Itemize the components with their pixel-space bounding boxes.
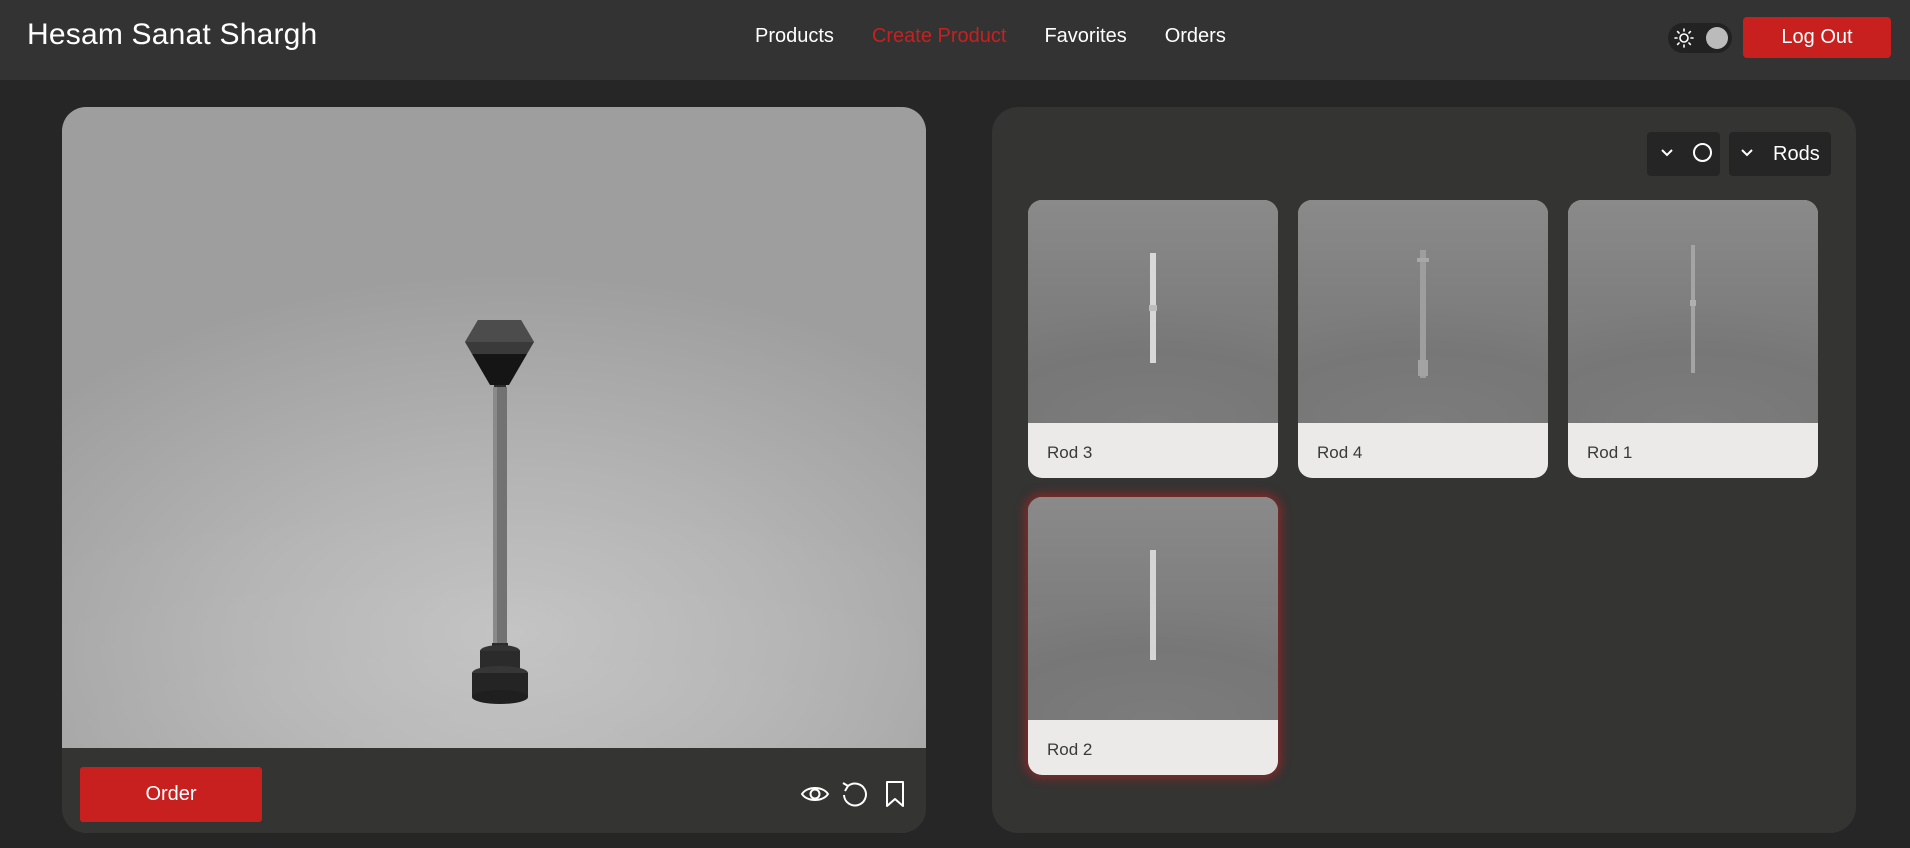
reset-icon[interactable]: [840, 779, 870, 809]
bookmark-icon[interactable]: [880, 779, 910, 809]
product-card-label: Rod 3: [1047, 443, 1093, 462]
nav-favorites[interactable]: Favorites: [1044, 25, 1126, 48]
product-thumbnail: [1298, 200, 1548, 423]
sun-icon: [1674, 28, 1694, 48]
theme-toggle[interactable]: [1668, 23, 1732, 53]
product-card-label: Rod 4: [1317, 443, 1363, 462]
product-3d-viewer: Order: [62, 107, 926, 833]
circle-icon: [1693, 143, 1712, 162]
eye-icon[interactable]: [800, 779, 830, 809]
3d-scene-canvas[interactable]: [62, 107, 926, 748]
product-thumbnail: [1028, 497, 1278, 720]
product-card-selected[interactable]: Rod 2: [1028, 497, 1278, 775]
viewer-toolbar: [800, 779, 910, 809]
top-navigation-bar: Hesam Sanat Shargh Products Create Produ…: [0, 0, 1910, 80]
nav-products[interactable]: Products: [755, 25, 834, 48]
product-card[interactable]: Rod 1: [1568, 200, 1818, 478]
logout-button[interactable]: Log Out: [1743, 17, 1891, 58]
product-selector-panel: Rods Rod 3 Rod 4 Rod 1 Rod 2: [992, 107, 1856, 833]
main-nav: Products Create Product Favorites Orders: [755, 25, 1226, 48]
category-dropdown[interactable]: Rods: [1729, 132, 1831, 176]
order-button[interactable]: Order: [80, 767, 262, 822]
product-card-label: Rod 1: [1587, 443, 1633, 462]
product-card[interactable]: Rod 3: [1028, 200, 1278, 478]
chevron-down-icon: [1661, 149, 1673, 157]
product-card-label: Rod 2: [1047, 740, 1093, 759]
nav-orders[interactable]: Orders: [1165, 25, 1226, 48]
product-card[interactable]: Rod 4: [1298, 200, 1548, 478]
category-selected-value: Rods: [1773, 143, 1820, 165]
shape-filter-dropdown[interactable]: [1647, 132, 1720, 176]
brand-title[interactable]: Hesam Sanat Shargh: [27, 18, 317, 52]
product-thumbnail: [1028, 200, 1278, 423]
product-thumbnail: [1568, 200, 1818, 423]
chevron-down-icon: [1741, 149, 1753, 157]
nav-create-product[interactable]: Create Product: [872, 25, 1007, 48]
toggle-knob: [1706, 27, 1728, 49]
lamp-post-model: [465, 320, 534, 704]
